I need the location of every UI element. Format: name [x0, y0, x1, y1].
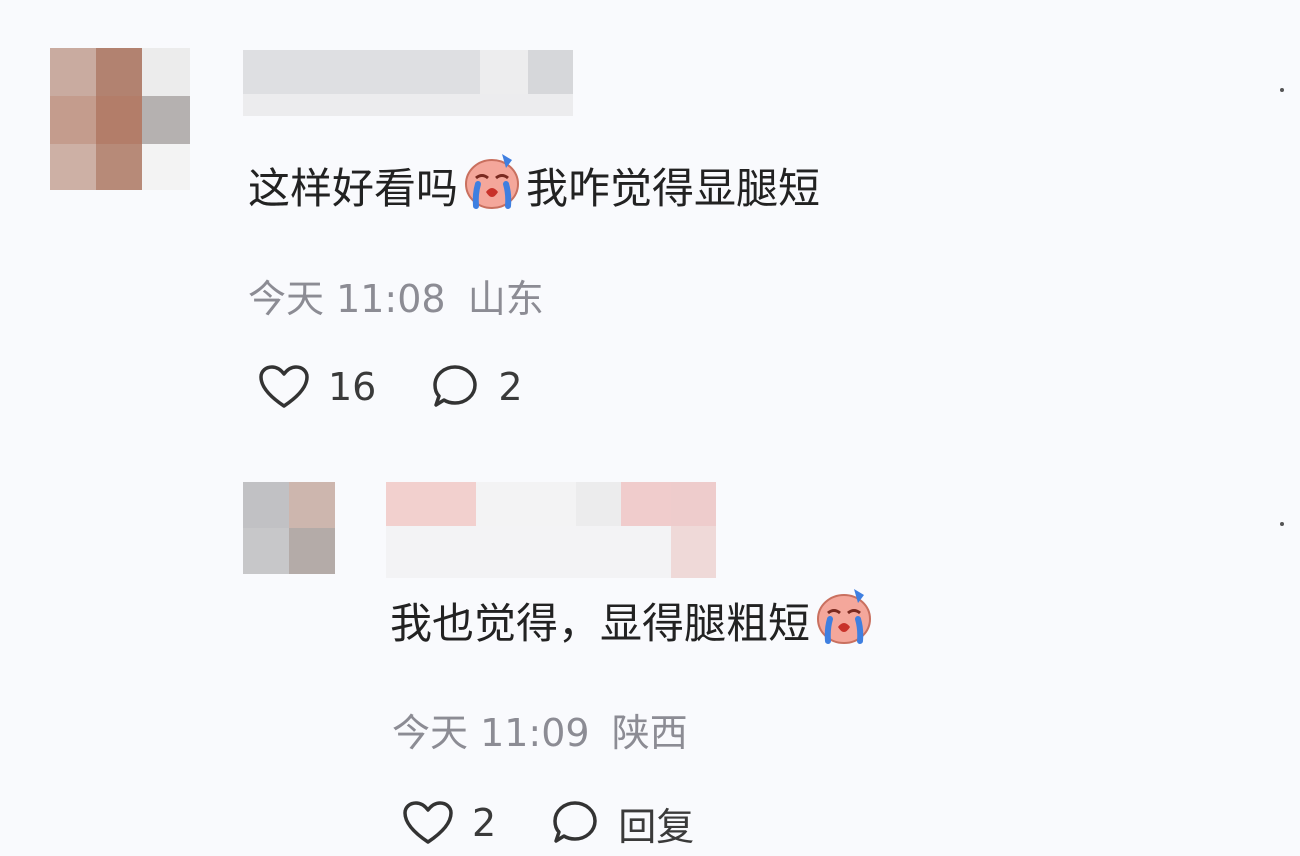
comment-text: 这样好看吗 我咋觉得显腿短 [248, 154, 821, 215]
reply-item: 我也觉得，显得腿粗短 今天 11:09 陕西 2 回复 [0, 440, 1300, 856]
comment-list: 这样好看吗 我咋觉得显腿短 今天 11:08 山东 16 2 我也觉得，显得腿粗… [0, 0, 1300, 856]
speech-bubble-icon [430, 362, 480, 412]
comment-meta: 今天 11:08 山东 [248, 268, 544, 323]
comment-text-part: 这样好看吗 [248, 163, 459, 213]
more-dots-icon[interactable] [1280, 88, 1284, 92]
like-button[interactable]: 16 [258, 364, 376, 410]
heart-outline-icon [258, 364, 310, 410]
reply-meta: 今天 11:09 陕西 [392, 702, 688, 757]
speech-bubble-icon [550, 798, 600, 848]
heart-outline-icon [402, 800, 454, 846]
more-dots-icon[interactable] [1280, 522, 1284, 526]
reply-text: 我也觉得，显得腿粗短 [390, 589, 878, 650]
reply-actions: 2 回复 [402, 796, 694, 851]
reply-text-part: 我也觉得，显得腿粗短 [390, 598, 811, 648]
username-blurred[interactable] [243, 50, 573, 116]
crying-face-emoji [814, 585, 874, 655]
comment-location: 山东 [467, 277, 544, 321]
username-blurred[interactable] [386, 482, 716, 578]
reply-button[interactable]: 回复 [550, 796, 694, 851]
like-count: 16 [328, 365, 377, 409]
comment-actions: 16 2 [258, 362, 523, 412]
avatar[interactable] [243, 482, 335, 574]
reply-time: 今天 11:09 [392, 711, 590, 755]
reply-button[interactable]: 2 [430, 362, 523, 412]
avatar[interactable] [50, 48, 190, 190]
like-button[interactable]: 2 [402, 800, 496, 846]
reply-location: 陕西 [611, 711, 688, 755]
like-count: 2 [472, 801, 497, 845]
crying-face-emoji [462, 150, 522, 220]
reply-count: 2 [498, 365, 523, 409]
comment-item: 这样好看吗 我咋觉得显腿短 今天 11:08 山东 16 2 [0, 0, 1300, 440]
comment-time: 今天 11:08 [248, 277, 446, 321]
reply-label: 回复 [618, 804, 695, 849]
comment-text-part: 我咋觉得显腿短 [526, 163, 821, 213]
